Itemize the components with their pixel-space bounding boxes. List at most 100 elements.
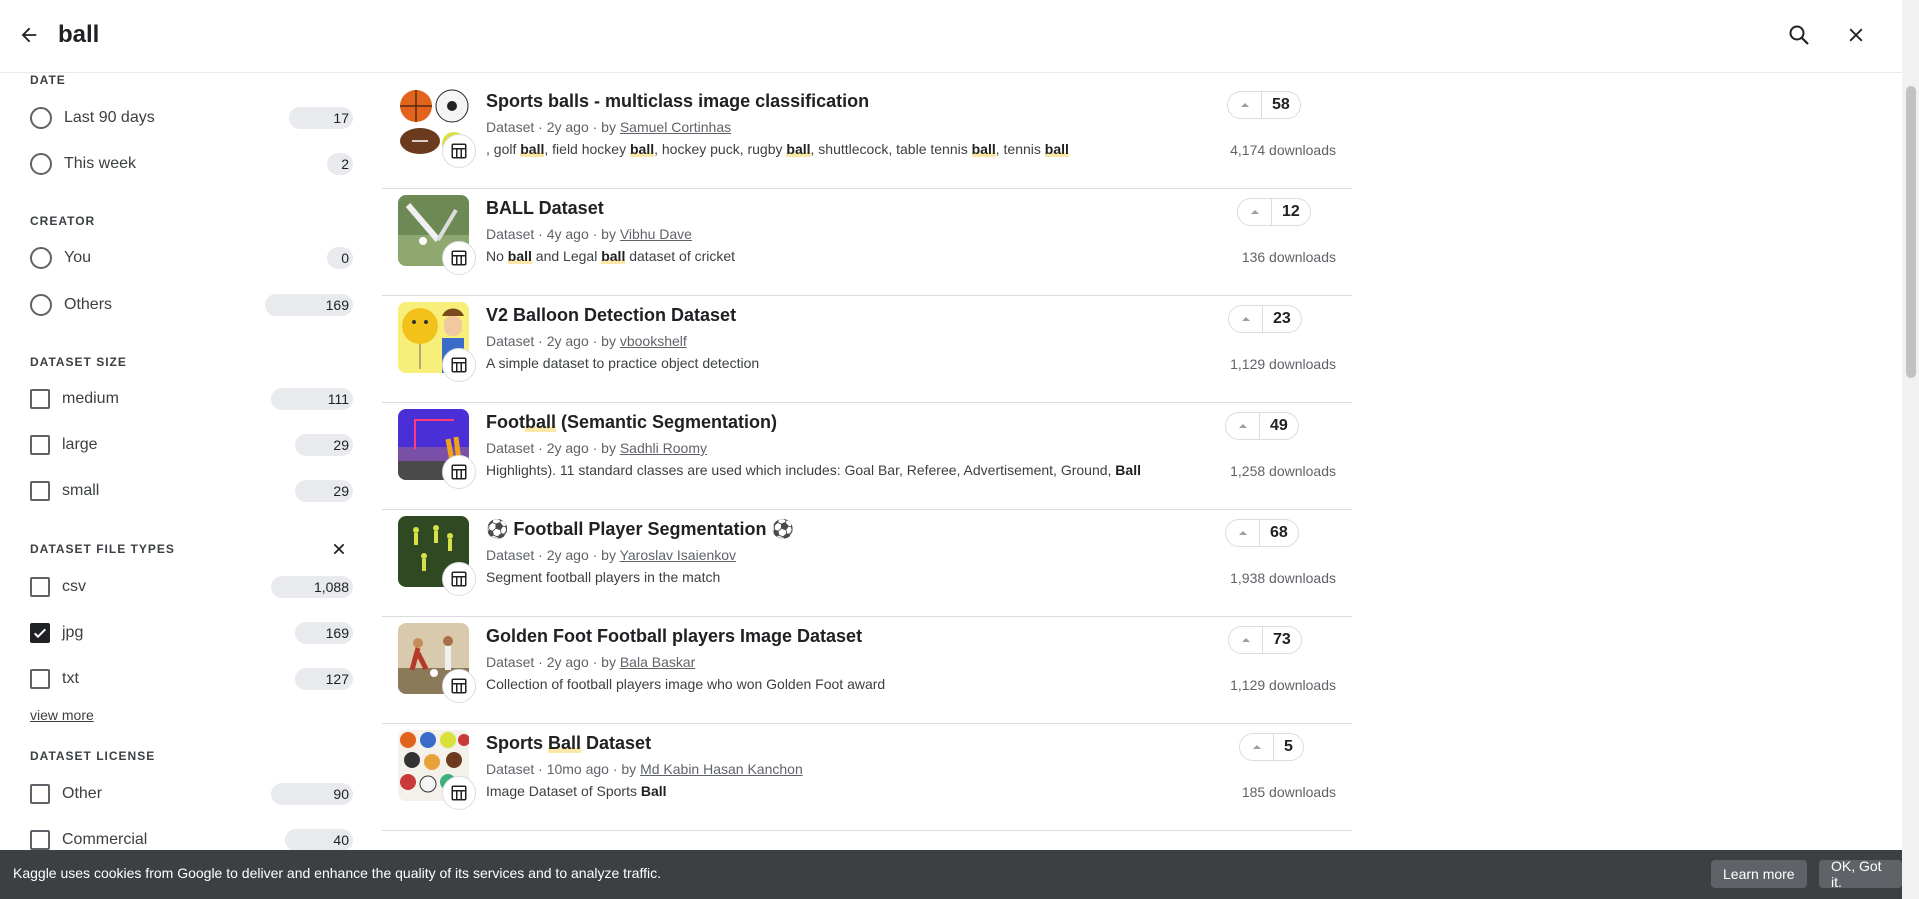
filter-size-small[interactable]: small 29 xyxy=(30,476,354,506)
filter-type-csv[interactable]: csv 1,088 xyxy=(30,572,354,602)
result-title[interactable]: V2 Balloon Detection Dataset xyxy=(486,305,736,326)
upvote-button[interactable]: 73 xyxy=(1228,626,1302,654)
search-button[interactable] xyxy=(1784,20,1814,50)
upvote-button[interactable]: 58 xyxy=(1227,91,1301,119)
upvote-button[interactable]: 23 xyxy=(1228,305,1302,333)
text-segment: , hockey puck, rugby xyxy=(654,141,787,157)
author-link[interactable]: vbookshelf xyxy=(620,333,687,349)
result-title[interactable]: Sports balls - multiclass image classifi… xyxy=(486,91,869,112)
download-count: 4,174 downloads xyxy=(1230,142,1336,158)
page-scrollbar[interactable] xyxy=(1902,0,1919,899)
filter-label: This week xyxy=(64,155,137,172)
checkbox[interactable] xyxy=(30,435,50,455)
count-badge: 90 xyxy=(271,783,353,805)
result-item[interactable]: Sports Ball Dataset Dataset · 10mo ago ·… xyxy=(382,724,1352,831)
meta-text: Dataset · 2y ago · by xyxy=(486,333,620,349)
dataset-badge xyxy=(442,241,476,275)
clear-file-types-button[interactable] xyxy=(330,540,348,558)
filter-size-medium[interactable]: medium 111 xyxy=(30,384,354,414)
result-title[interactable]: Sports Ball Dataset xyxy=(486,733,651,754)
result-title[interactable]: Football (Semantic Segmentation) xyxy=(486,412,777,433)
result-item[interactable]: Golden Foot Football players Image Datas… xyxy=(382,617,1352,724)
result-snippet: A simple dataset to practice object dete… xyxy=(486,355,759,371)
vote-count: 68 xyxy=(1270,524,1288,541)
author-link[interactable]: Sadhli Roomy xyxy=(620,440,707,456)
search-highlight: ball xyxy=(629,141,655,157)
radio-button[interactable] xyxy=(30,247,52,269)
count-badge: 1,088 xyxy=(271,576,353,598)
checkbox-checked[interactable] xyxy=(30,623,50,643)
dataset-size-section-title: DATASET SIZE xyxy=(30,355,127,369)
count-badge: 111 xyxy=(271,388,353,410)
result-title[interactable]: ⚽ Football Player Segmentation ⚽ xyxy=(486,519,794,540)
license-section-title: DATASET LICENSE xyxy=(30,749,156,763)
checkbox[interactable] xyxy=(30,669,50,689)
result-item[interactable]: Football (Semantic Segmentation) Dataset… xyxy=(382,403,1352,510)
text-segment: Highlights). 11 standard classes are use… xyxy=(486,462,1116,478)
cookie-accept-button[interactable]: OK, Got it. xyxy=(1819,858,1902,890)
filter-creator-others[interactable]: Others 169 xyxy=(30,290,354,320)
caret-up-icon xyxy=(1238,424,1247,428)
result-snippet: , golf ball, field hockey ball, hockey p… xyxy=(486,141,1069,157)
filter-label: txt xyxy=(62,670,79,687)
author-link[interactable]: Md Kabin Hasan Kanchon xyxy=(640,761,803,777)
result-meta: Dataset · 4y ago · by Vibhu Dave xyxy=(486,226,692,242)
table-icon xyxy=(451,571,467,587)
author-link[interactable]: Yaroslav Isaienkov xyxy=(620,547,736,563)
scrollbar-thumb[interactable] xyxy=(1906,86,1916,378)
table-icon xyxy=(451,357,467,373)
author-link[interactable]: Vibhu Dave xyxy=(620,226,692,242)
table-icon xyxy=(451,464,467,480)
filter-date-last-90-days[interactable]: Last 90 days 17 xyxy=(30,103,354,133)
checkbox[interactable] xyxy=(30,830,50,850)
search-highlight: ball xyxy=(520,141,545,157)
radio-button[interactable] xyxy=(30,153,52,175)
count-badge: 0 xyxy=(327,247,353,269)
filter-label: jpg xyxy=(62,624,84,641)
search-query[interactable]: ball xyxy=(58,20,99,50)
filter-license-other[interactable]: Other 90 xyxy=(30,779,354,809)
filter-type-txt[interactable]: txt 127 xyxy=(30,664,354,694)
filter-label: Commercial xyxy=(62,831,148,848)
result-title[interactable]: Golden Foot Football players Image Datas… xyxy=(486,626,862,647)
result-item[interactable]: ⚽ Football Player Segmentation ⚽ Dataset… xyxy=(382,510,1352,617)
checkbox[interactable] xyxy=(30,389,50,409)
author-link[interactable]: Samuel Cortinhas xyxy=(620,119,731,135)
count-badge: 127 xyxy=(295,668,353,690)
text-segment: Segment football players in the match xyxy=(486,569,721,585)
dataset-badge xyxy=(442,776,476,810)
meta-text: Dataset · 2y ago · by xyxy=(486,547,620,563)
cookie-message: Kaggle uses cookies from Google to deliv… xyxy=(13,865,661,881)
filter-type-jpg[interactable]: jpg 169 xyxy=(30,618,354,648)
upvote-button[interactable]: 12 xyxy=(1237,198,1311,226)
search-highlight: Ball xyxy=(548,733,582,753)
vote-count: 23 xyxy=(1273,310,1291,327)
radio-button[interactable] xyxy=(30,107,52,129)
upvote-button[interactable]: 5 xyxy=(1239,733,1304,761)
search-highlight: Ball xyxy=(640,783,667,799)
caret-up-icon xyxy=(1238,531,1247,535)
text-segment: ⚽ Football Player Segmentation ⚽ xyxy=(486,519,794,539)
result-title[interactable]: BALL Dataset xyxy=(486,198,604,219)
result-item[interactable]: V2 Balloon Detection Dataset Dataset · 2… xyxy=(382,296,1352,403)
text-segment: Golden Foot Football players Image Datas… xyxy=(486,626,863,646)
checkbox[interactable] xyxy=(30,481,50,501)
table-icon xyxy=(451,143,467,159)
filter-date-this-week[interactable]: This week 2 xyxy=(30,149,354,179)
radio-button[interactable] xyxy=(30,294,52,316)
result-item[interactable]: BALL Dataset Dataset · 4y ago · by Vibhu… xyxy=(382,189,1352,296)
result-item[interactable]: Sports balls - multiclass image classifi… xyxy=(382,82,1352,189)
upvote-button[interactable]: 49 xyxy=(1225,412,1299,440)
checkbox[interactable] xyxy=(30,784,50,804)
file-types-section-title: DATASET FILE TYPES xyxy=(30,542,175,556)
upvote-button[interactable]: 68 xyxy=(1225,519,1299,547)
view-more-link[interactable]: view more xyxy=(30,707,94,723)
learn-more-button[interactable]: Learn more xyxy=(1711,860,1807,888)
checkbox[interactable] xyxy=(30,577,50,597)
author-link[interactable]: Bala Baskar xyxy=(620,654,695,670)
close-search-button[interactable] xyxy=(1841,20,1871,50)
text-segment: Foot xyxy=(486,412,525,432)
filter-creator-you[interactable]: You 0 xyxy=(30,243,354,273)
back-button[interactable] xyxy=(14,20,44,50)
filter-size-large[interactable]: large 29 xyxy=(30,430,354,460)
